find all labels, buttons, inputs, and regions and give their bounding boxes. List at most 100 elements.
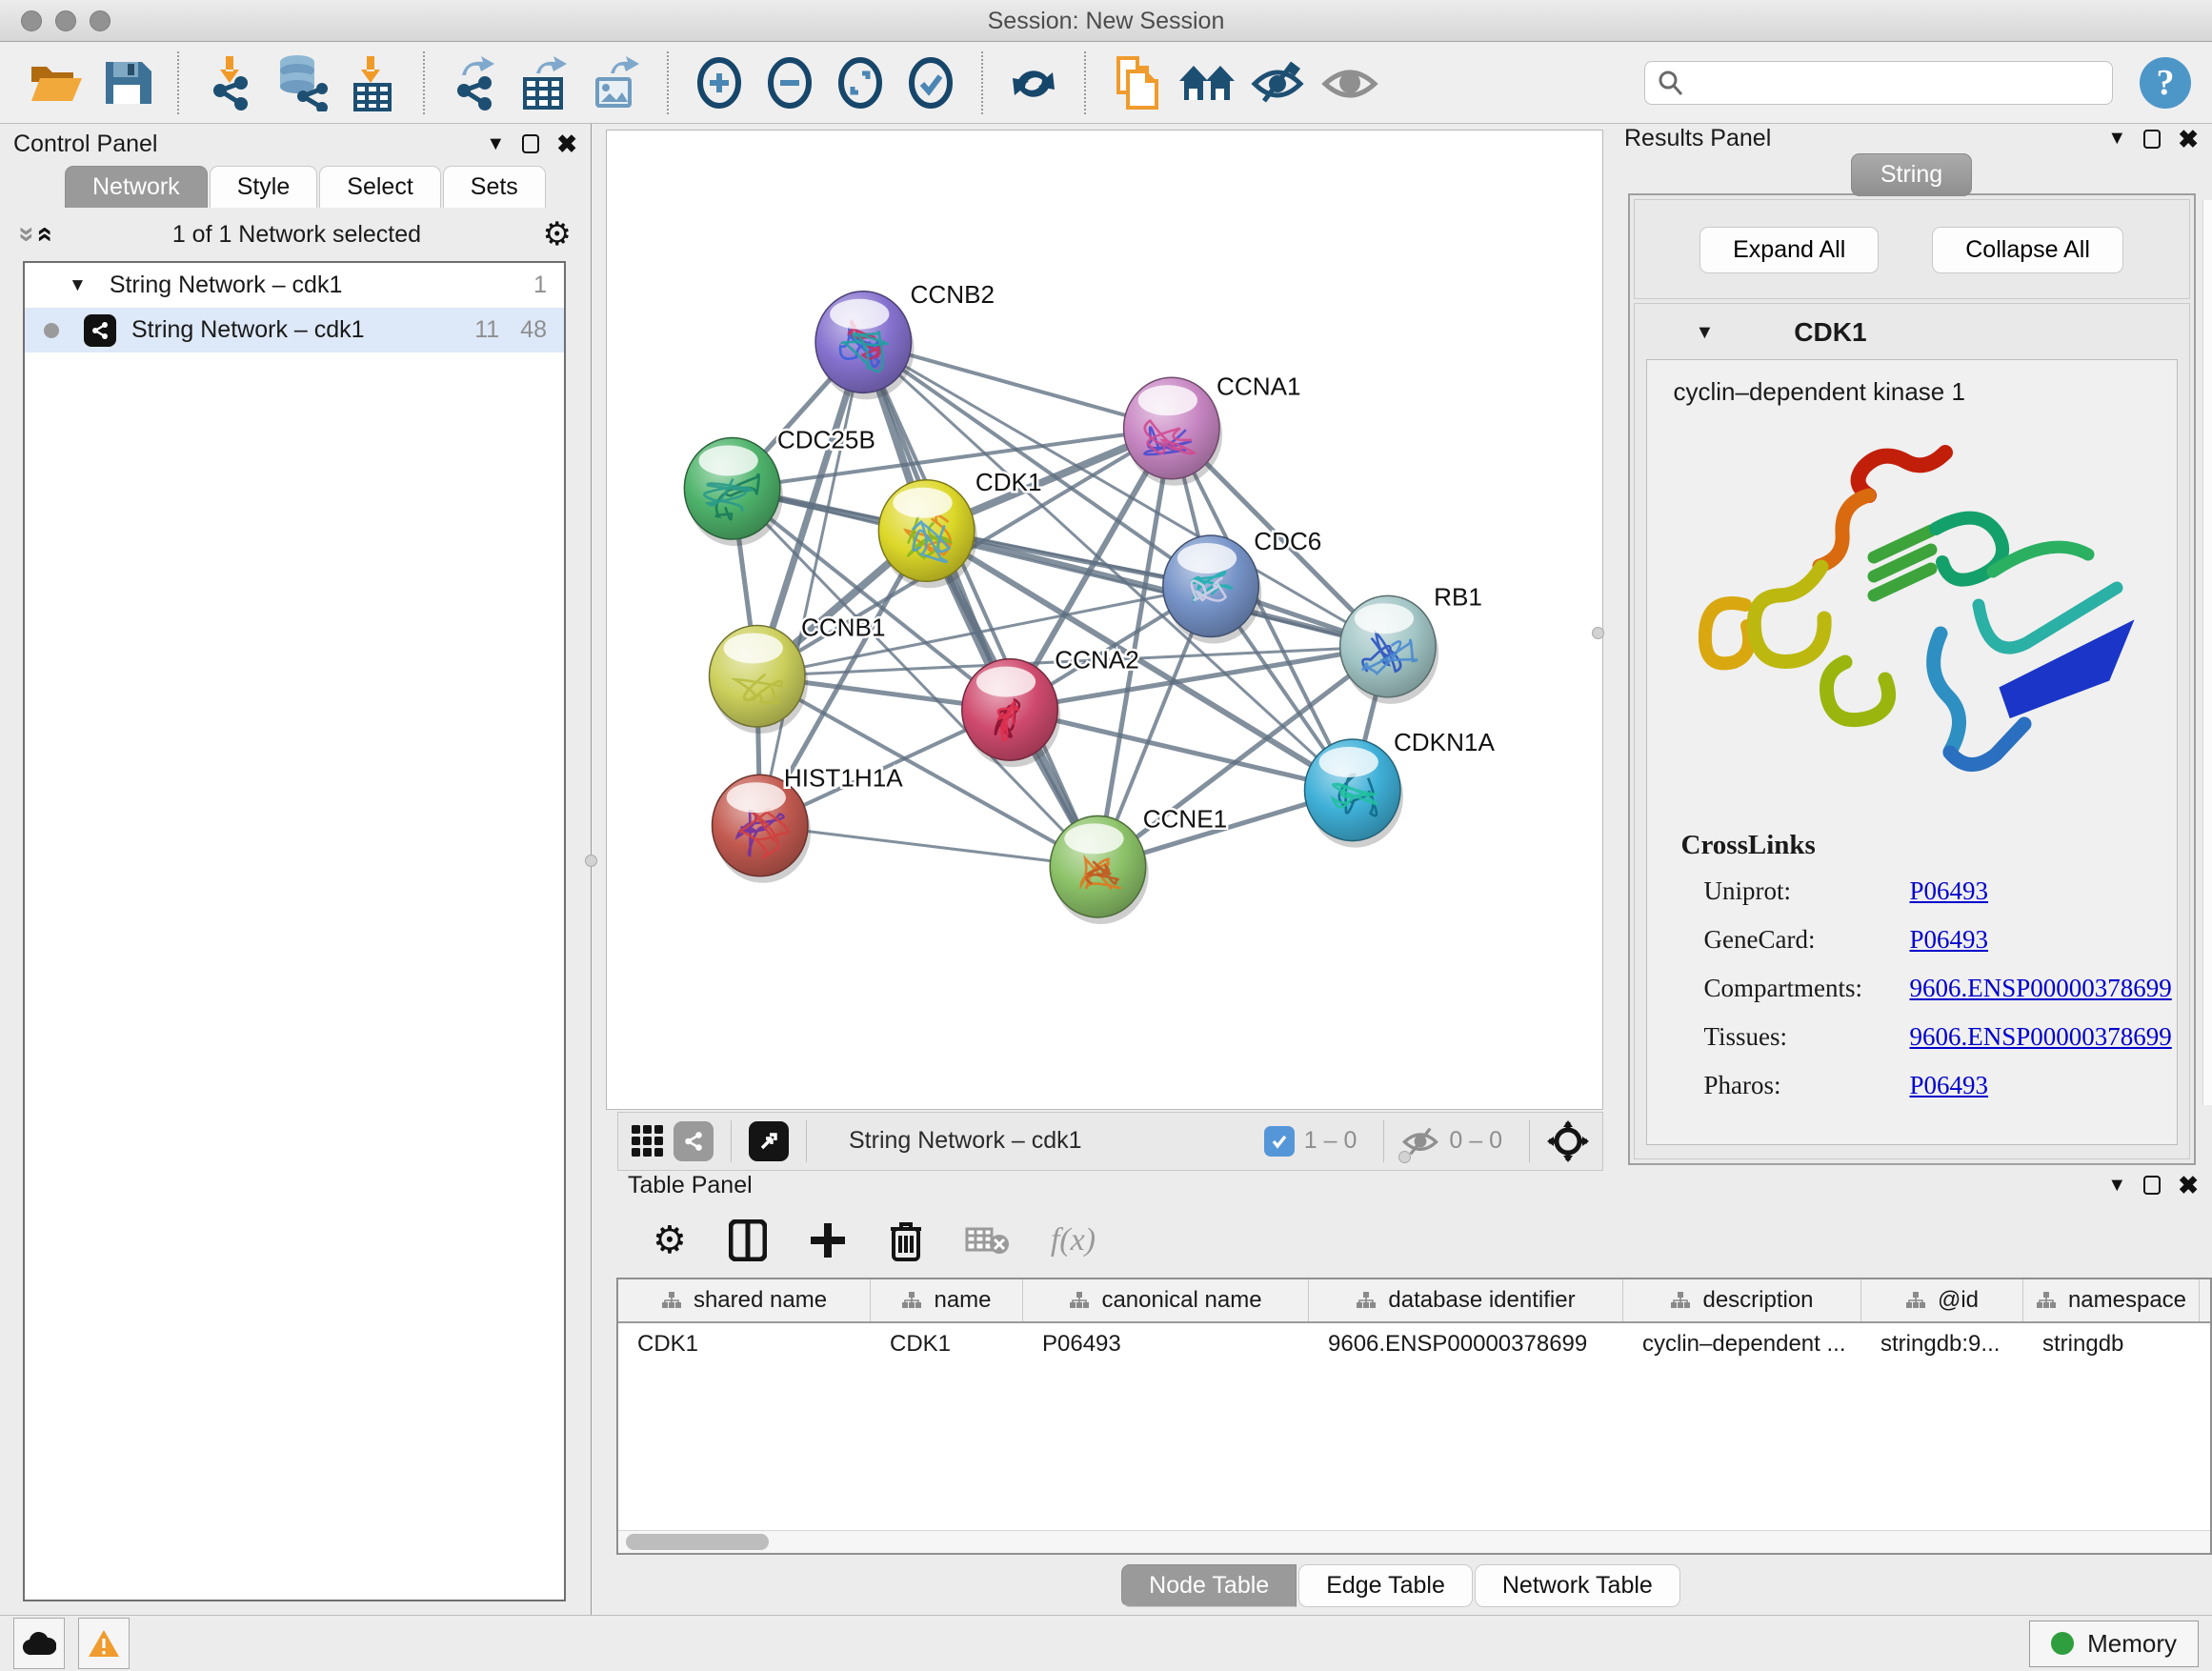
table-cell[interactable]: cyclin–dependent ...	[1623, 1323, 1861, 1365]
collapse-all-button[interactable]: Collapse All	[1932, 227, 2123, 273]
network-canvas[interactable]: CCNB2CCNA1CDC25BCDK1CDC6RB1CCNB1CCNA2CDK…	[606, 130, 1603, 1110]
column-header[interactable]: description	[1623, 1279, 1861, 1321]
toolbar-search[interactable]	[1644, 61, 2113, 105]
table-row[interactable]: CDK1CDK1P064939606.ENSP00000378699cyclin…	[618, 1323, 2210, 1365]
results-scrollbar[interactable]	[2202, 200, 2212, 1105]
splitter-handle[interactable]	[585, 855, 597, 867]
network-view: CCNB2CCNA1CDC25BCDK1CDC6RB1CCNB1CCNA2CDK…	[592, 124, 1611, 1165]
collapse-panel-icon[interactable]: ▼	[2107, 1175, 2126, 1197]
table-horizontal-scrollbar[interactable]	[618, 1530, 2210, 1553]
status-separator	[1383, 1120, 1384, 1162]
close-panel-icon[interactable]: ✖	[556, 131, 577, 156]
zoom-selected-button[interactable]	[901, 50, 960, 115]
fit-content-button[interactable]	[831, 50, 890, 115]
table-options-gear-icon[interactable]: ⚙	[653, 1218, 687, 1262]
network-node[interactable]: CCNA2	[962, 646, 1139, 767]
minimize-window-button[interactable]	[55, 10, 76, 31]
splitter-handle[interactable]	[1398, 1151, 1411, 1163]
table-cell[interactable]: CDK1	[618, 1323, 871, 1365]
column-header[interactable]: database identifier	[1309, 1279, 1623, 1321]
genecard-link[interactable]: P06493	[1910, 925, 1989, 955]
scrollbar-thumb[interactable]	[626, 1534, 769, 1550]
network-row[interactable]: String Network – cdk1 11 48	[25, 308, 564, 352]
show-columns-icon[interactable]	[729, 1219, 767, 1261]
network-node[interactable]: RB1	[1340, 582, 1482, 703]
network-node[interactable]: CDK1	[878, 468, 1041, 588]
network-edge[interactable]	[760, 342, 864, 825]
expand-all-button[interactable]: Expand All	[1699, 227, 1879, 273]
close-window-button[interactable]	[21, 10, 42, 31]
table-cell[interactable]: CDK1	[871, 1323, 1023, 1365]
selected-checkbox-icon[interactable]	[1264, 1126, 1295, 1157]
gene-header[interactable]: ▼ CDK1	[1635, 304, 2189, 359]
collapse-panel-icon[interactable]: ▼	[486, 133, 505, 155]
open-in-browser-icon[interactable]	[749, 1121, 789, 1161]
tab-select[interactable]: Select	[319, 166, 440, 208]
collapse-all-networks-icon[interactable]: »	[27, 227, 59, 243]
save-session-button[interactable]	[97, 50, 156, 115]
apply-layout-button[interactable]	[1004, 50, 1063, 115]
gene-collapse-icon[interactable]: ▼	[1696, 322, 1715, 344]
table-cell[interactable]: stringdb	[2023, 1323, 2200, 1365]
close-panel-icon[interactable]: ✖	[2178, 127, 2199, 151]
import-network-database-button[interactable]	[271, 50, 332, 115]
hide-labels-button[interactable]	[1250, 50, 1309, 115]
tab-style[interactable]: Style	[210, 166, 318, 208]
network-node[interactable]: CCNB1	[710, 614, 886, 734]
export-image-button[interactable]	[587, 50, 646, 115]
table-cell[interactable]: 9606.ENSP00000378699	[1309, 1323, 1623, 1365]
column-header[interactable]: @id	[1861, 1279, 2023, 1321]
delete-column-icon[interactable]	[889, 1219, 923, 1261]
network-edge[interactable]	[1010, 710, 1353, 790]
table-cell[interactable]: stringdb:9...	[1861, 1323, 2023, 1365]
zoom-in-button[interactable]	[690, 50, 749, 115]
string-home-button[interactable]	[1177, 50, 1238, 115]
tab-edge-table[interactable]: Edge Table	[1298, 1564, 1473, 1607]
zoom-out-button[interactable]	[760, 50, 819, 115]
search-input[interactable]	[1691, 69, 2101, 97]
column-header[interactable]: namespace	[2023, 1279, 2200, 1321]
compartments-link[interactable]: 9606.ENSP00000378699	[1910, 974, 2172, 1003]
network-share-icon[interactable]	[674, 1121, 714, 1161]
tab-network-table[interactable]: Network Table	[1475, 1564, 1680, 1607]
network-node[interactable]: HIST1H1A	[713, 763, 904, 882]
show-hide-button[interactable]	[1320, 50, 1379, 115]
grid-view-icon[interactable]	[632, 1125, 664, 1158]
float-panel-icon[interactable]	[522, 134, 539, 153]
column-header[interactable]: canonical name	[1023, 1279, 1309, 1321]
network-graph[interactable]: CCNB2CCNA1CDC25BCDK1CDC6RB1CCNB1CCNA2CDK…	[607, 131, 1602, 1109]
import-network-file-button[interactable]	[200, 50, 259, 115]
splitter-handle[interactable]	[1592, 627, 1604, 639]
warnings-button[interactable]	[78, 1618, 130, 1669]
birds-eye-view-icon[interactable]	[1547, 1120, 1589, 1162]
export-table-button[interactable]	[516, 50, 575, 115]
add-column-icon[interactable]	[809, 1221, 847, 1259]
float-panel-icon[interactable]	[2143, 130, 2161, 149]
import-table-file-button[interactable]	[343, 50, 402, 115]
zoom-window-button[interactable]	[90, 10, 111, 31]
float-panel-icon[interactable]	[2143, 1176, 2161, 1195]
network-collection-row[interactable]: ▼ String Network – cdk1 1	[25, 263, 564, 308]
network-node[interactable]: CDKN1A	[1305, 728, 1496, 847]
export-network-button[interactable]	[446, 50, 505, 115]
memory-button[interactable]: Memory	[2029, 1621, 2199, 1667]
collapse-panel-icon[interactable]: ▼	[2107, 128, 2126, 150]
copy-document-button[interactable]	[1107, 50, 1166, 115]
open-session-button[interactable]	[27, 50, 86, 115]
tab-sets[interactable]: Sets	[443, 166, 546, 208]
column-header[interactable]: name	[871, 1279, 1023, 1321]
pharos-link[interactable]: P06493	[1910, 1071, 1989, 1100]
cloud-status-button[interactable]	[13, 1618, 65, 1669]
tissues-link[interactable]: 9606.ENSP00000378699	[1910, 1022, 2172, 1052]
tree-expand-icon[interactable]: ▼	[69, 275, 87, 296]
tab-string[interactable]: String	[1851, 153, 1972, 196]
table-cell[interactable]: P06493	[1023, 1323, 1309, 1365]
network-options-gear-icon[interactable]: ⚙	[543, 215, 572, 253]
network-node[interactable]: CCNE1	[1050, 804, 1227, 923]
close-panel-icon[interactable]: ✖	[2178, 1173, 2199, 1198]
column-header[interactable]: shared name	[618, 1279, 871, 1321]
uniprot-link[interactable]: P06493	[1910, 876, 1989, 906]
tab-node-table[interactable]: Node Table	[1121, 1564, 1297, 1607]
tab-network[interactable]: Network	[65, 166, 208, 208]
help-button[interactable]: ?	[2140, 57, 2191, 109]
